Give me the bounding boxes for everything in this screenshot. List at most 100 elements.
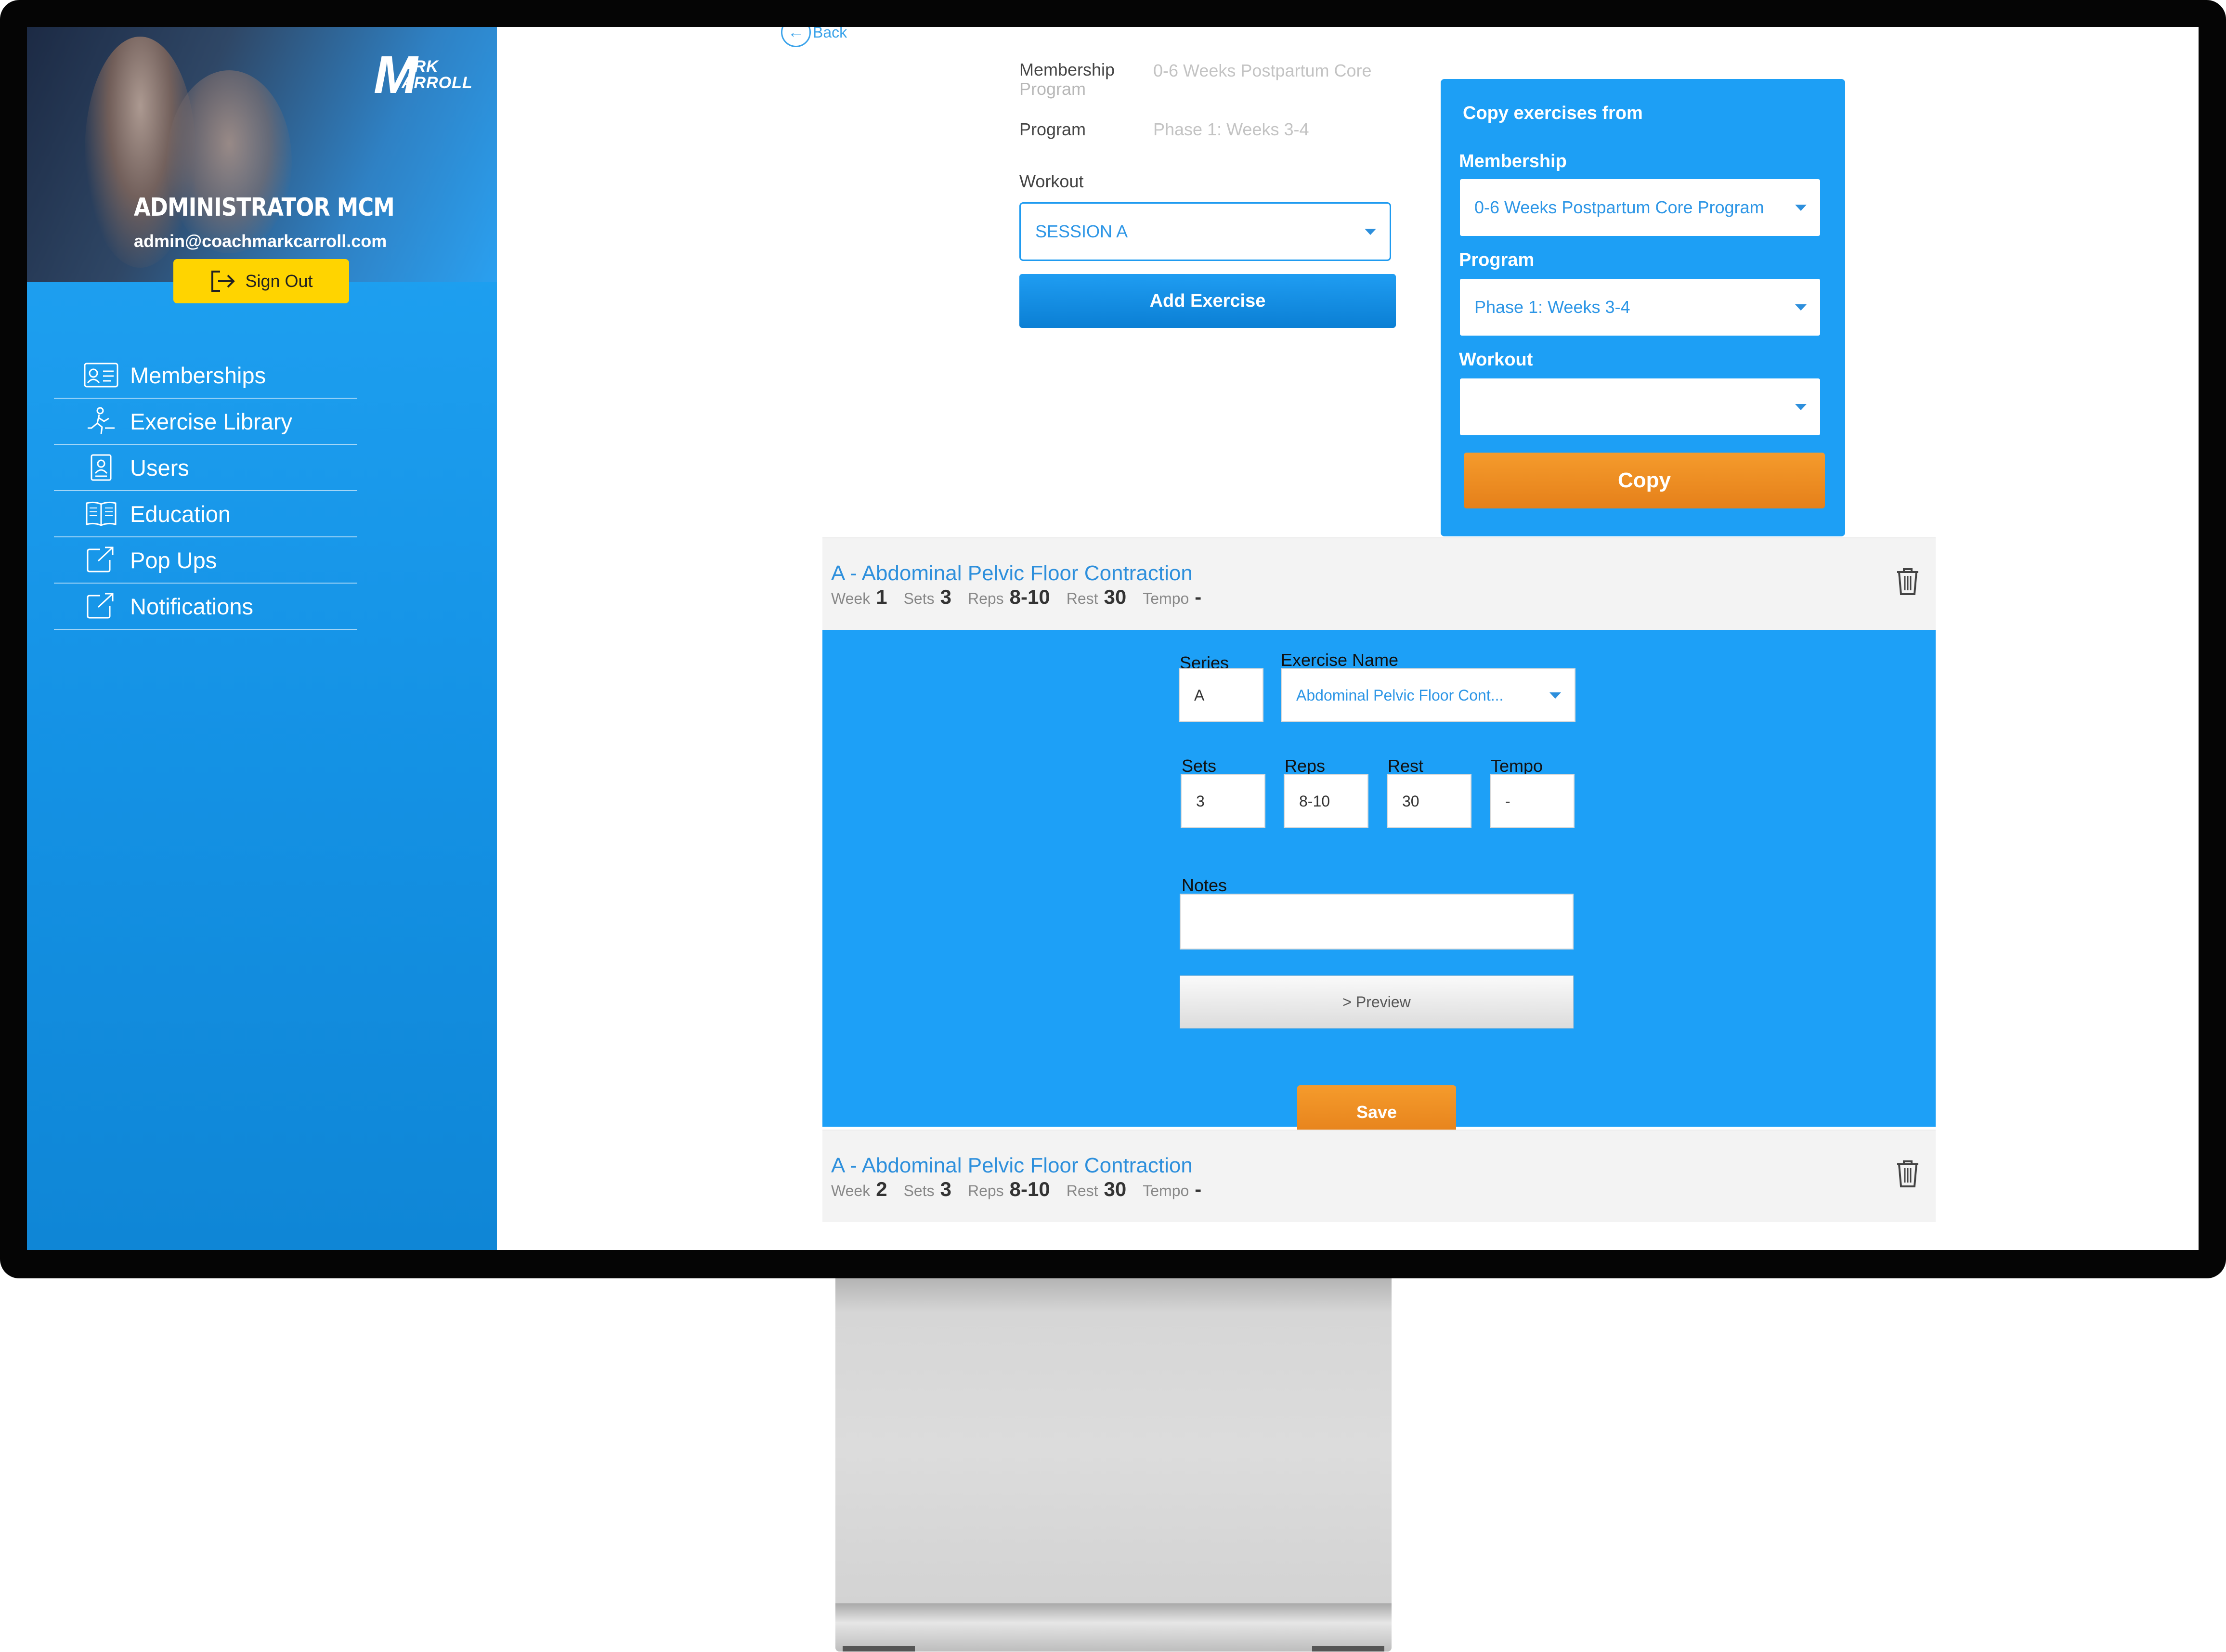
- sidebar-item-pop-ups[interactable]: Pop Ups: [54, 537, 357, 584]
- sidebar-item-label: Exercise Library: [130, 408, 292, 434]
- book-icon: [83, 499, 119, 528]
- rest-input[interactable]: 30: [1387, 774, 1471, 828]
- hero-photo-figure: [167, 70, 292, 253]
- copy-workout-label: Workout: [1459, 350, 1533, 370]
- exercise-edit-form: Series A Exercise Name Abdominal Pelvic …: [822, 630, 1936, 1139]
- workout-select-value: SESSION A: [1035, 221, 1128, 241]
- user-name: ADMINISTRATOR MCM: [134, 193, 395, 222]
- notes-label: Notes: [1182, 875, 1227, 895]
- monitor-stand-base: [835, 1603, 1392, 1652]
- reps-label: Reps: [967, 1182, 1004, 1199]
- add-exercise-button[interactable]: Add Exercise: [1019, 274, 1396, 328]
- week-value: 2: [876, 1178, 887, 1200]
- workout-select[interactable]: SESSION A: [1019, 202, 1391, 261]
- chevron-down-icon: [1365, 229, 1376, 235]
- membership-sub-label: Program: [1019, 79, 1086, 99]
- copy-button[interactable]: Copy: [1464, 453, 1825, 508]
- monitor-frame: M ARK ARROLL ADMINISTRATOR MCM admin@coa…: [0, 0, 2226, 1278]
- back-label: Back: [813, 27, 847, 41]
- sidebar-item-label: Users: [130, 455, 189, 481]
- sets-label: Sets: [1182, 756, 1217, 776]
- exercise-name-label: Exercise Name: [1281, 650, 1399, 670]
- sidebar-item-label: Pop Ups: [130, 547, 217, 573]
- screen: M ARK ARROLL ADMINISTRATOR MCM admin@coa…: [27, 27, 2199, 1250]
- rest-label: Rest: [1066, 590, 1098, 607]
- sidebar: M ARK ARROLL ADMINISTRATOR MCM admin@coa…: [27, 27, 497, 1250]
- chevron-down-icon: [1549, 692, 1561, 699]
- reps-label: Reps: [1285, 756, 1326, 776]
- exercise-name-select[interactable]: Abdominal Pelvic Floor Cont...: [1281, 668, 1575, 722]
- copy-program-label: Program: [1459, 250, 1535, 270]
- back-link[interactable]: ← Back: [781, 27, 847, 47]
- chevron-down-icon: [1795, 205, 1807, 211]
- exercise-title[interactable]: A - Abdominal Pelvic Floor Contraction: [831, 561, 1193, 585]
- exercise-row[interactable]: A - Abdominal Pelvic Floor Contraction W…: [822, 1130, 1936, 1222]
- series-input[interactable]: A: [1179, 668, 1263, 722]
- reps-input[interactable]: 8-10: [1284, 774, 1368, 828]
- copy-membership-select[interactable]: 0-6 Weeks Postpartum Core Program: [1460, 179, 1820, 236]
- trash-icon[interactable]: [1894, 1158, 1921, 1189]
- rest-value: 30: [1104, 585, 1127, 608]
- copy-program-select[interactable]: Phase 1: Weeks 3-4: [1460, 279, 1820, 336]
- program-value: Phase 1: Weeks 3-4: [1153, 119, 1309, 139]
- copy-panel-title: Copy exercises from: [1463, 103, 1643, 123]
- tempo-value: -: [1195, 1178, 1202, 1200]
- reps-value: 8-10: [1009, 1178, 1050, 1200]
- rest-value: 30: [1104, 1178, 1127, 1200]
- copy-membership-value: 0-6 Weeks Postpartum Core Program: [1474, 197, 1764, 217]
- sidebar-item-label: Memberships: [130, 362, 266, 388]
- sets-value: 3: [940, 585, 951, 608]
- notes-input[interactable]: [1180, 894, 1574, 950]
- sidebar-item-label: Education: [130, 501, 231, 527]
- copy-workout-select[interactable]: [1460, 378, 1820, 435]
- user-email: admin@coachmarkcarroll.com: [134, 231, 387, 251]
- external-link-icon: [83, 592, 119, 621]
- monitor-stand: [835, 1278, 1392, 1620]
- monitor-stand-foot: [1312, 1646, 1384, 1652]
- chevron-down-icon: [1795, 404, 1807, 410]
- chevron-down-icon: [1795, 304, 1807, 311]
- sidebar-item-notifications[interactable]: Notifications: [54, 584, 357, 630]
- copy-exercises-panel: Copy exercises from Membership 0-6 Weeks…: [1441, 79, 1845, 536]
- sets-input[interactable]: 3: [1181, 774, 1265, 828]
- reps-label: Reps: [967, 590, 1004, 607]
- brand-logo: M ARK ARROLL: [374, 49, 480, 106]
- rest-label: Rest: [1066, 1182, 1098, 1199]
- user-badge-icon: [83, 453, 119, 482]
- week-label: Week: [831, 590, 871, 607]
- exercise-meta: Week 2 Sets 3 Reps 8-10 Rest 30 Tempo -: [831, 1178, 1212, 1201]
- sign-out-icon: [211, 271, 235, 292]
- exercise-title[interactable]: A - Abdominal Pelvic Floor Contraction: [831, 1154, 1193, 1178]
- membership-value: 0-6 Weeks Postpartum Core: [1153, 61, 1372, 80]
- copy-program-value: Phase 1: Weeks 3-4: [1474, 297, 1630, 317]
- back-arrow-icon: ←: [781, 27, 811, 47]
- tempo-input[interactable]: -: [1490, 774, 1575, 828]
- sidebar-item-memberships[interactable]: Memberships: [54, 352, 357, 399]
- exercise-meta: Week 1 Sets 3 Reps 8-10 Rest 30 Tempo -: [831, 585, 1212, 609]
- tempo-label: Tempo: [1143, 590, 1189, 607]
- monitor-stand-foot: [843, 1646, 915, 1652]
- exercise-name-value: Abdominal Pelvic Floor Cont...: [1296, 686, 1504, 704]
- exercise-row[interactable]: A - Abdominal Pelvic Floor Contraction W…: [822, 537, 1936, 630]
- sidebar-item-education[interactable]: Education: [54, 491, 357, 537]
- sidebar-item-users[interactable]: Users: [54, 445, 357, 491]
- sidebar-item-label: Notifications: [130, 593, 253, 619]
- week-value: 1: [876, 585, 887, 608]
- sets-value: 3: [940, 1178, 951, 1200]
- trash-icon[interactable]: [1894, 566, 1921, 597]
- rest-label: Rest: [1388, 756, 1424, 776]
- copy-membership-label: Membership: [1459, 151, 1567, 171]
- tempo-label: Tempo: [1491, 756, 1543, 776]
- logo-text: ARROLL: [402, 74, 473, 92]
- membership-label: Membership: [1019, 60, 1115, 79]
- preview-toggle-button[interactable]: > Preview: [1180, 976, 1574, 1028]
- sign-out-button[interactable]: Sign Out: [173, 259, 349, 303]
- external-link-icon: [83, 546, 119, 574]
- sets-label: Sets: [903, 1182, 935, 1199]
- reps-value: 8-10: [1009, 585, 1050, 608]
- sidebar-item-exercise-library[interactable]: Exercise Library: [54, 399, 357, 445]
- sidebar-nav: Memberships Exercise Library Users Educa…: [54, 352, 357, 630]
- tempo-value: -: [1195, 585, 1202, 608]
- running-figure-icon: [83, 407, 119, 436]
- sign-out-label: Sign Out: [245, 271, 313, 291]
